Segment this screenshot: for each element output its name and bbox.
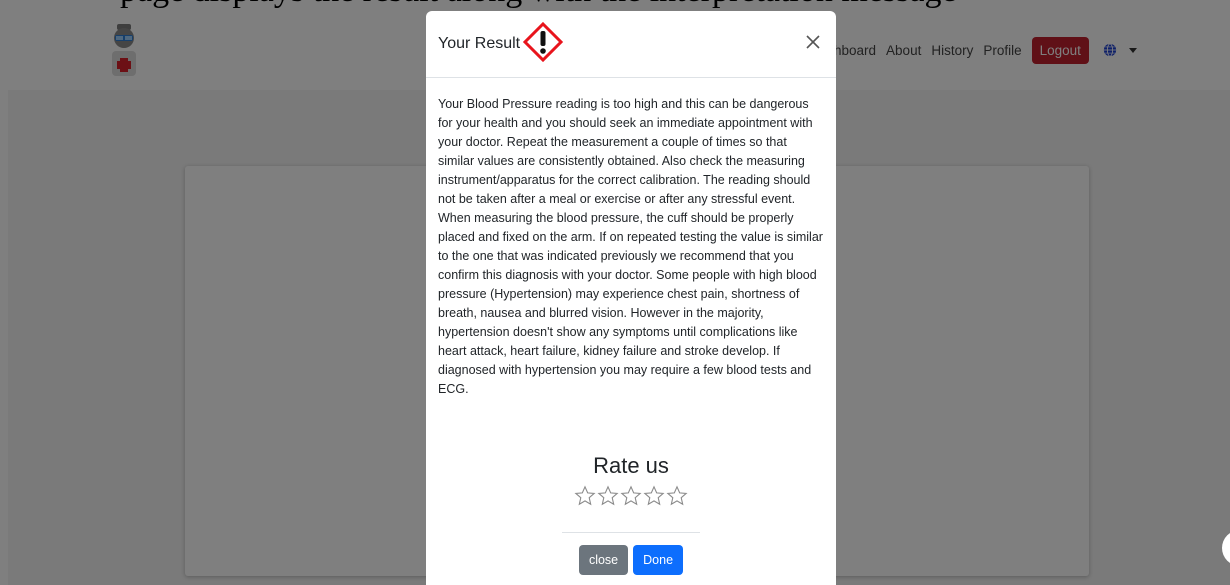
star-rating <box>426 485 836 507</box>
modal-footer: close Done <box>426 545 836 575</box>
star-icon[interactable] <box>666 485 688 507</box>
close-button[interactable]: close <box>578 545 629 575</box>
result-modal: Your Result Your Blood Pressure reading … <box>426 11 836 585</box>
star-icon[interactable] <box>620 485 642 507</box>
star-icon[interactable] <box>574 485 596 507</box>
star-icon[interactable] <box>597 485 619 507</box>
modal-header: Your Result <box>426 11 836 78</box>
done-button[interactable]: Done <box>633 545 684 575</box>
divider <box>562 532 700 533</box>
rate-title: Rate us <box>593 453 669 478</box>
star-icon[interactable] <box>643 485 665 507</box>
result-message: Your Blood Pressure reading is too high … <box>438 97 823 396</box>
modal-title: Your Result <box>438 35 521 52</box>
hazard-warning-icon <box>523 22 563 62</box>
close-icon[interactable] <box>804 33 822 51</box>
rating-section: Rate us <box>426 453 836 507</box>
